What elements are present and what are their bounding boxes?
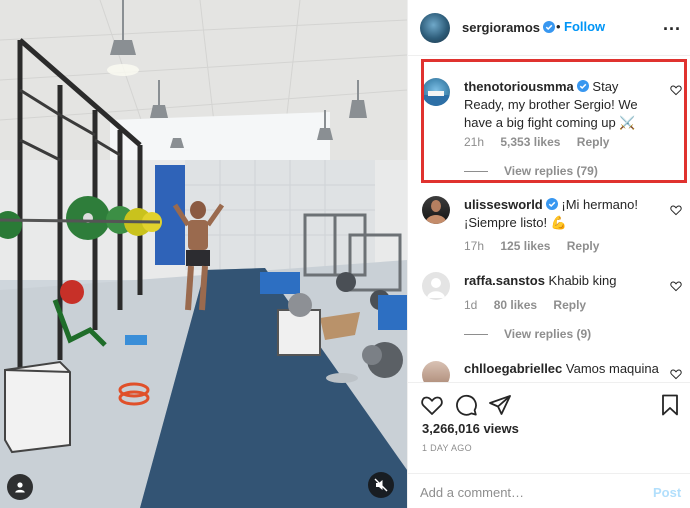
author-username[interactable]: sergioramos	[462, 20, 556, 35]
heart-icon[interactable]	[670, 84, 682, 96]
comment-text-block: ulissesworld ¡Mi hermano! ¡Siempre listo…	[464, 196, 660, 232]
verified-badge-icon	[545, 198, 558, 210]
view-replies-label[interactable]: View replies (79)	[504, 164, 598, 178]
comment-text: Vamos maquina	[565, 361, 659, 376]
view-replies-button[interactable]: View replies (79)	[464, 164, 598, 178]
commenter-avatar-image	[425, 200, 447, 224]
post-comment-button[interactable]: Post	[653, 485, 681, 500]
commenter-avatar-image	[422, 91, 450, 106]
bookmark-icon[interactable]	[658, 393, 682, 417]
comment-composer: Post	[408, 473, 690, 508]
comment-text-block: thenotoriousmma Stay Ready, my brother S…	[464, 78, 660, 132]
comment-text-block: raffa.sanstos Khabib king	[464, 272, 660, 290]
user-tag-button[interactable]	[7, 474, 33, 500]
commenter-avatar[interactable]	[422, 196, 450, 224]
comment-reply-button[interactable]: Reply	[567, 239, 600, 253]
replies-divider	[464, 171, 488, 173]
comment-reply-button[interactable]: Reply	[553, 298, 586, 312]
speaker-muted-icon	[374, 478, 388, 492]
post-video[interactable]	[0, 0, 407, 508]
follow-button[interactable]: Follow	[564, 19, 605, 34]
comment-time[interactable]: 1d	[464, 298, 477, 312]
view-count[interactable]: 3,266,016 views	[422, 421, 519, 436]
verified-badge-icon	[576, 80, 589, 92]
verified-badge-icon	[543, 21, 556, 33]
heart-icon[interactable]	[670, 368, 682, 380]
replies-divider	[464, 334, 488, 336]
heart-icon[interactable]	[420, 393, 444, 417]
post-actions: 3,266,016 views 1 DAY AGO Post	[408, 382, 690, 508]
comment-meta: 1d 80 likes Reply	[464, 298, 599, 312]
comment-username[interactable]: ulissesworld	[464, 197, 543, 212]
comment-likes[interactable]: 80 likes	[494, 298, 537, 312]
author-avatar[interactable]	[420, 13, 450, 43]
more-options-button[interactable]: ...	[663, 14, 681, 35]
comment-username[interactable]: chlloegabriellec	[464, 361, 562, 376]
comment-input[interactable]	[420, 480, 640, 504]
view-replies-button[interactable]: View replies (9)	[464, 327, 591, 341]
comment-time[interactable]: 21h	[464, 135, 484, 149]
share-icon[interactable]	[488, 393, 512, 417]
mute-button[interactable]	[368, 472, 394, 498]
comment-meta: 17h 125 likes Reply	[464, 239, 612, 253]
user-tag-icon	[15, 482, 25, 493]
commenter-avatar[interactable]	[422, 78, 450, 106]
comment-reply-button[interactable]: Reply	[577, 135, 610, 149]
gym-video-frame	[0, 0, 407, 508]
comment-icon[interactable]	[454, 393, 478, 417]
comment-text: Khabib king	[548, 273, 617, 288]
header-separator: •	[556, 19, 561, 34]
comment-time[interactable]: 17h	[464, 239, 484, 253]
post-header: sergioramos • Follow ...	[408, 0, 690, 56]
comment-username[interactable]: thenotoriousmma	[464, 79, 574, 94]
comment-likes[interactable]: 5,353 likes	[500, 135, 560, 149]
post-details-panel: sergioramos • Follow ... thenotoriousmma…	[407, 0, 690, 508]
default-avatar-icon	[427, 278, 445, 298]
heart-icon[interactable]	[670, 280, 682, 292]
comment-likes[interactable]: 125 likes	[500, 239, 550, 253]
comment-username[interactable]: raffa.sanstos	[464, 273, 545, 288]
view-replies-label[interactable]: View replies (9)	[504, 327, 591, 341]
heart-icon[interactable]	[670, 204, 682, 216]
commenter-avatar[interactable]	[422, 272, 450, 300]
post-timestamp[interactable]: 1 DAY AGO	[422, 443, 472, 453]
comment-text-block: chlloegabriellec Vamos maquina	[464, 360, 660, 378]
comment-meta: 21h 5,353 likes Reply	[464, 135, 622, 149]
author-username-text[interactable]: sergioramos	[462, 20, 540, 35]
